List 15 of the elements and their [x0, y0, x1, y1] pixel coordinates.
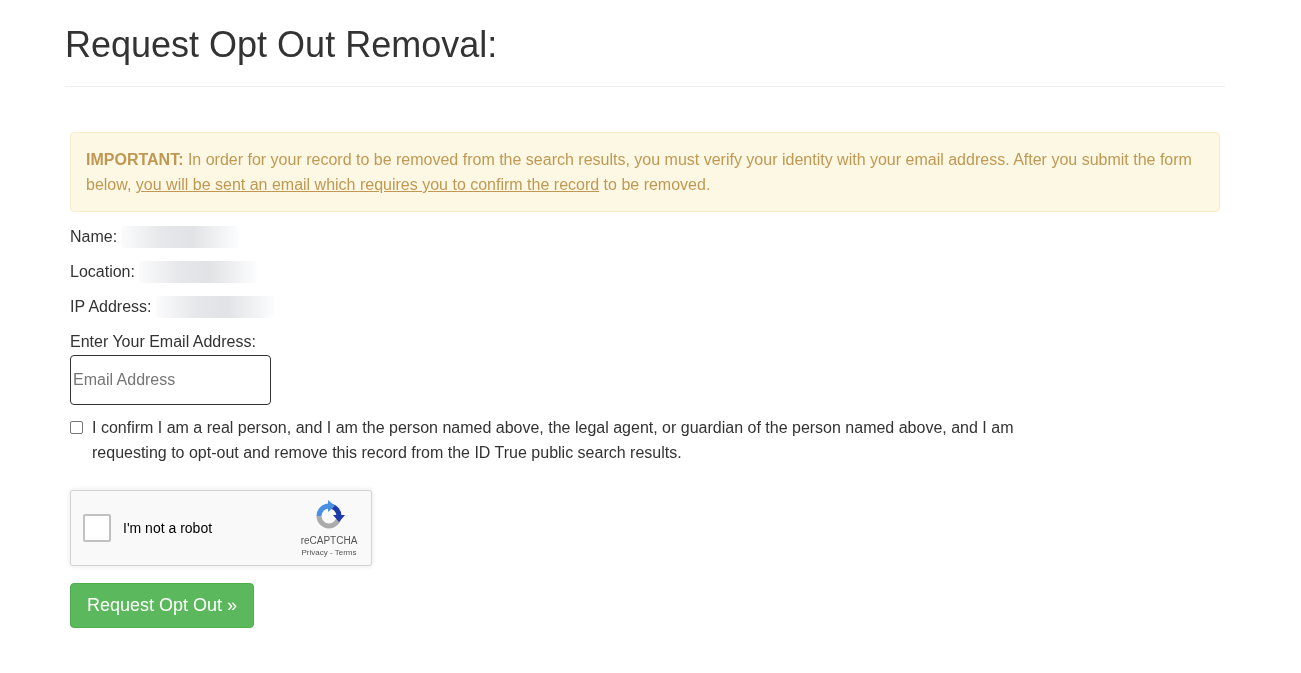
notice-link[interactable]: you will be sent an email which requires you to confirm the record	[135, 176, 600, 193]
page-heading: Request Opt Out Removal:	[65, 23, 499, 65]
field-label: Enter Your Email Address:	[70, 332, 257, 352]
captcha-checkbox[interactable]	[83, 514, 111, 542]
notice-text: IMPORTANT: In order for your record to be removed from the search results, you must verify your identity with your email address. After you submit the form below, you will be sent an email which requires you to confirm the record to be removed.	[86, 150, 1193, 195]
checkbox[interactable]	[70, 421, 83, 434]
request-opt-out-button[interactable]: Request Opt Out »	[70, 583, 255, 628]
consent-text: I confirm I am a real person, and I am the person named above, the legal agent, or guardian of the person named above, and I am requesting to opt-out and remove this record from the ID True public search results.	[92, 418, 1015, 463]
email-field[interactable]: Email Address	[70, 355, 271, 405]
field-label: Location:	[70, 262, 135, 282]
captcha-brand: reCAPTCHA	[300, 534, 358, 547]
captcha-label: I'm not a robot	[123, 520, 214, 536]
field-label: Name:	[70, 227, 118, 247]
captcha-links[interactable]: Privacy - Terms	[301, 547, 357, 558]
field-label: IP Address:	[70, 297, 152, 317]
